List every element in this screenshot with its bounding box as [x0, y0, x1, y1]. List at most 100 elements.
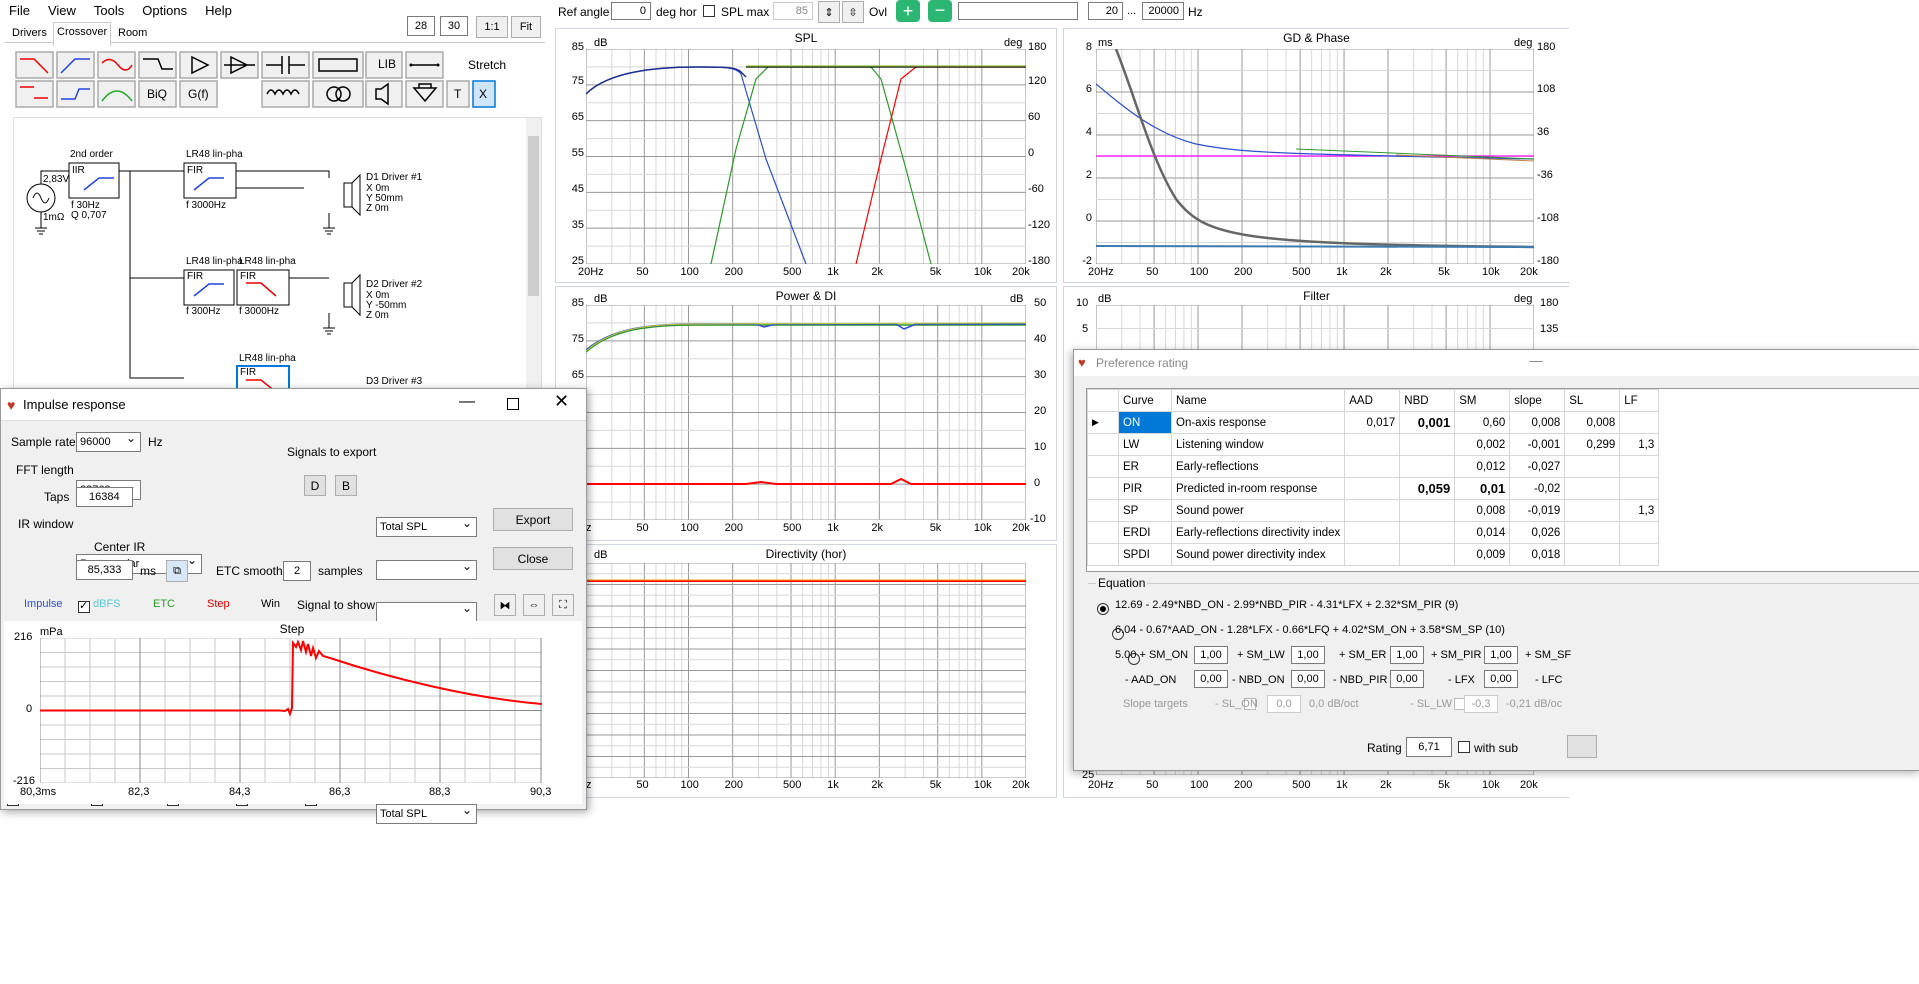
- remove-icon[interactable]: −: [928, 0, 952, 22]
- export-signal-select-1[interactable]: Total SPL: [376, 516, 477, 537]
- column-header[interactable]: AAD: [1344, 389, 1401, 412]
- spl-limit-icon[interactable]: ⇳: [842, 1, 864, 23]
- column-header[interactable]: slope: [1509, 389, 1566, 412]
- column-header[interactable]: LF: [1619, 389, 1660, 412]
- overlay-input[interactable]: [958, 2, 1078, 20]
- sm-er-input[interactable]: 1,00: [1390, 646, 1424, 664]
- sample-rate-select[interactable]: 96000: [76, 431, 141, 452]
- power-plot-area[interactable]: [586, 305, 1026, 520]
- lib-button[interactable]: LIB: [378, 57, 396, 71]
- column-header[interactable]: Name: [1170, 389, 1346, 412]
- center-ir-input[interactable]: 85,333: [76, 560, 133, 580]
- directivity-plot-area[interactable]: [586, 563, 1026, 778]
- tab-crossover[interactable]: Crossover: [53, 22, 112, 46]
- menu-options[interactable]: Options: [133, 3, 196, 18]
- sm-pir-input[interactable]: 1,00: [1484, 646, 1518, 664]
- biq-button[interactable]: BiQ: [147, 87, 167, 101]
- schematic-scrollbar[interactable]: [526, 118, 541, 398]
- zoom-1to1-button[interactable]: 1:1: [476, 16, 508, 38]
- nbd-pir-input[interactable]: 0,00: [1390, 670, 1424, 688]
- sm-lw-input[interactable]: 1,00: [1291, 646, 1325, 664]
- menu-file[interactable]: File: [0, 3, 39, 18]
- column-header[interactable]: NBD: [1399, 389, 1456, 412]
- table-row[interactable]: ERDI Early-reflections directivity index 0…: [1087, 521, 1660, 544]
- power-ytick: 85: [571, 297, 584, 309]
- freq-from-input[interactable]: 20: [1088, 2, 1123, 20]
- x-tick-label: 20k: [1520, 266, 1538, 278]
- preference-titlebar[interactable]: ♥ Preference rating —: [1074, 350, 1919, 376]
- gf-button[interactable]: G(f): [188, 87, 209, 101]
- row-selector[interactable]: ▶: [1087, 411, 1119, 434]
- tab-drivers[interactable]: Drivers: [12, 27, 47, 39]
- row-selector[interactable]: [1087, 521, 1119, 544]
- tab-room[interactable]: Room: [118, 27, 147, 39]
- sl-on-input[interactable]: 0,0: [1267, 695, 1301, 713]
- table-cell: SPDI: [1118, 543, 1172, 566]
- crossover-schematic[interactable]: 2,83V 1mΩ 2nd order IIR f 30Hz Q 0,707 L…: [13, 117, 542, 399]
- export-button[interactable]: Export: [493, 508, 573, 531]
- signal-show-select[interactable]: Total SPL: [376, 803, 477, 824]
- column-header[interactable]: SM: [1454, 389, 1511, 412]
- nbd-on-input[interactable]: 0,00: [1291, 670, 1325, 688]
- freq-to-input[interactable]: 20000: [1142, 2, 1184, 20]
- table-row[interactable]: LW Listening window 0,002 -0,001 0,299 1,3: [1087, 433, 1660, 456]
- taps-input[interactable]: 16384: [76, 487, 133, 507]
- add-icon[interactable]: +: [896, 0, 920, 22]
- zoom-30-button[interactable]: 30: [440, 16, 468, 36]
- partial-button[interactable]: [1567, 735, 1597, 758]
- lfx-input[interactable]: 0,00: [1484, 670, 1518, 688]
- table-cell: 0,026: [1509, 521, 1566, 544]
- copy-icon[interactable]: ⧉: [166, 560, 188, 582]
- row-selector[interactable]: [1087, 477, 1119, 500]
- filter2-type: FIR: [187, 165, 204, 176]
- column-header[interactable]: SL: [1564, 389, 1621, 412]
- sm-on-input[interactable]: 1,00: [1194, 646, 1228, 664]
- close-icon[interactable]: ✕: [554, 391, 569, 412]
- with-sub-checkbox[interactable]: [1458, 741, 1470, 753]
- center-ir-checkbox[interactable]: [78, 599, 90, 613]
- table-row[interactable]: ▶ ON On-axis response 0,017 0,001 0,60 0,008 0,…: [1087, 411, 1660, 434]
- crossover-tool-icons[interactable]: [14, 51, 544, 109]
- directivity-plot-panel: Directivity (hor) dB Hz501002005001k2k5k…: [555, 544, 1057, 798]
- close-button[interactable]: Close: [493, 547, 573, 570]
- equation-radio-1[interactable]: [1097, 602, 1109, 615]
- spl-plot-area[interactable]: [586, 49, 1026, 264]
- x-button[interactable]: X: [479, 87, 487, 101]
- menu-view[interactable]: View: [39, 3, 85, 18]
- column-header[interactable]: Curve: [1118, 389, 1172, 412]
- minimize-icon[interactable]: —: [459, 393, 475, 411]
- spl-updown-icon[interactable]: ⇕: [818, 1, 840, 23]
- aad-on-input[interactable]: 0,00: [1194, 670, 1228, 688]
- zoom-in-x-icon[interactable]: ⧓: [494, 594, 516, 616]
- spl-max-checkbox[interactable]: [703, 5, 715, 17]
- spl-max-input[interactable]: 85: [773, 2, 813, 20]
- table-row[interactable]: SPDI Sound power directivity index 0,009 0,…: [1087, 543, 1660, 566]
- fit-view-icon[interactable]: ⛶: [552, 594, 574, 616]
- sl-lw-input[interactable]: -0,3: [1464, 695, 1498, 713]
- etc-smooth-input[interactable]: 2: [283, 561, 311, 581]
- table-row[interactable]: ER Early-reflections 0,012 -0,027: [1087, 455, 1660, 478]
- menu-tools[interactable]: Tools: [85, 3, 133, 18]
- row-selector[interactable]: [1087, 455, 1119, 478]
- export-signal-select-2[interactable]: [376, 559, 477, 580]
- export-signal-select-3[interactable]: [376, 601, 477, 622]
- b-button[interactable]: B: [335, 475, 357, 496]
- minimize-icon[interactable]: —: [1529, 352, 1543, 368]
- spl-ytick: 65: [571, 111, 584, 123]
- zoom-fit-button[interactable]: Fit: [511, 16, 541, 38]
- maximize-icon[interactable]: [507, 398, 519, 410]
- d-button[interactable]: D: [304, 475, 326, 496]
- row-selector[interactable]: [1087, 543, 1119, 566]
- zoom-out-x-icon[interactable]: ⇔: [523, 594, 545, 616]
- step-plot-area[interactable]: [40, 638, 542, 783]
- ref-angle-input[interactable]: 0: [611, 2, 651, 20]
- impulse-titlebar[interactable]: ♥ Impulse response — ✕: [1, 389, 586, 421]
- row-selector[interactable]: [1087, 433, 1119, 456]
- menu-help[interactable]: Help: [196, 3, 241, 18]
- table-row[interactable]: PIR Predicted in-room response 0,059 0,01 -0…: [1087, 477, 1660, 500]
- table-row[interactable]: SP Sound power 0,008 -0,019 1,3: [1087, 499, 1660, 522]
- t-button[interactable]: T: [454, 87, 461, 101]
- gd-plot-area[interactable]: [1096, 49, 1534, 264]
- row-selector[interactable]: [1087, 499, 1119, 522]
- zoom-28-button[interactable]: 28: [407, 16, 435, 36]
